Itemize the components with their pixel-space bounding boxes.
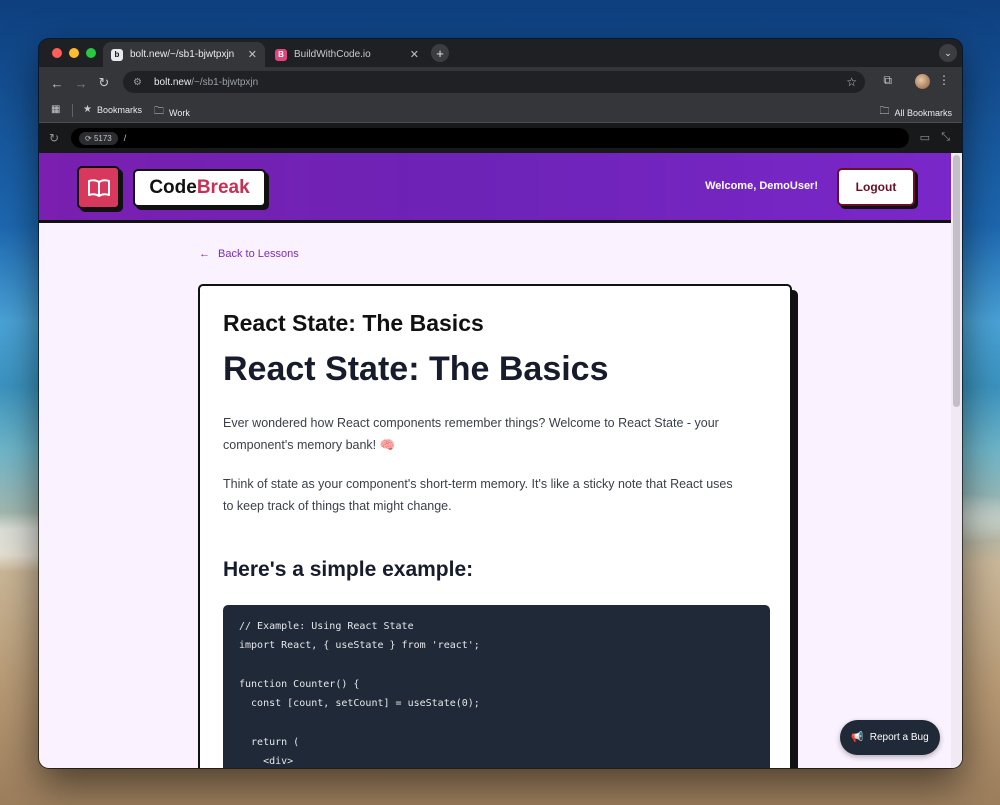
lesson-card: React State: The Basics React State: The… <box>198 284 792 768</box>
report-bug-button[interactable]: 📢 Report a Bug <box>840 720 940 755</box>
close-window-button[interactable] <box>52 48 62 58</box>
brand-code-text: Code <box>149 177 197 198</box>
welcome-message: Welcome, DemoUser! <box>705 180 818 192</box>
preview-reload-icon[interactable]: ↻ <box>49 131 59 145</box>
app-header: Code Break Welcome, DemoUser! Logout <box>39 153 951 223</box>
back-to-lessons-link[interactable]: ← Back to Lessons <box>199 248 299 260</box>
code-block: // Example: Using React State import Rea… <box>223 605 770 768</box>
browser-menu-icon[interactable]: ⋮ <box>938 73 950 87</box>
page-scrollbar[interactable] <box>951 153 962 768</box>
tab-strip: b bolt.new/~/sb1-bjwtpxjn ✕ B BuildWithC… <box>39 39 962 67</box>
bookmark-folder-bookmarks[interactable]: ★ Bookmarks <box>83 104 142 115</box>
star-icon: ★ <box>83 104 92 115</box>
folder-icon: 🗀 <box>154 106 164 117</box>
scrollbar-thumb[interactable] <box>953 155 960 407</box>
forward-arrow-icon[interactable]: → <box>73 75 89 91</box>
reload-icon[interactable]: ↻ <box>96 75 112 91</box>
url-host: bolt.new <box>153 76 192 88</box>
close-tab-icon[interactable]: ✕ <box>410 48 419 61</box>
tab-buildwithcode[interactable]: B BuildWithCode.io ✕ <box>267 42 427 67</box>
bookmark-folder-work[interactable]: 🗀 Work <box>154 104 190 121</box>
example-heading: Here's a simple example: <box>223 558 474 581</box>
tab-search-button[interactable]: ⌄ <box>939 44 957 62</box>
minimize-window-button[interactable] <box>69 48 79 58</box>
port-badge: ⟳ 5173 <box>79 131 118 145</box>
tab-title: bolt.new/~/sb1-bjwtpxjn <box>130 49 235 60</box>
bookmark-label: Work <box>169 107 190 118</box>
extensions-icon[interactable]: ⧉ <box>883 73 892 88</box>
preview-url-field[interactable]: ⟳ 5173 / <box>71 128 909 148</box>
brand-break-text: Break <box>196 177 250 198</box>
all-bookmarks[interactable]: 🗀 All Bookmarks <box>879 104 952 121</box>
back-arrow-icon[interactable]: ← <box>49 75 65 91</box>
arrow-left-icon: ← <box>199 248 210 260</box>
bolt-favicon-icon: b <box>111 48 123 61</box>
port-number: 5173 <box>93 133 112 143</box>
browser-toolbar: ← → ↻ ⚙ bolt.new/~/sb1-bjwtpxjn ☆ ⧉ ⋮ <box>39 67 962 98</box>
megaphone-icon: 📢 <box>851 732 864 743</box>
lesson-paragraph: Ever wondered how React components remem… <box>223 416 719 452</box>
profile-avatar[interactable] <box>915 74 930 89</box>
tab-title: BuildWithCode.io <box>294 49 371 60</box>
page-viewport: Code Break Welcome, DemoUser! Logout ← Ba… <box>39 153 962 768</box>
all-bookmarks-label: All Bookmarks <box>894 107 952 118</box>
address-bar[interactable]: ⚙ bolt.new/~/sb1-bjwtpxjn ☆ <box>123 71 865 93</box>
lesson-paragraph: Think of state as your component's short… <box>223 477 733 513</box>
back-label: Back to Lessons <box>218 248 299 260</box>
lesson-title: React State: The Basics <box>223 310 484 336</box>
divider <box>72 104 73 117</box>
apps-grid-icon[interactable]: ▦ <box>51 104 60 115</box>
bookmark-label: Bookmarks <box>96 104 142 115</box>
device-toggle-icon[interactable]: ▭ <box>920 131 930 144</box>
maximize-window-button[interactable] <box>86 48 96 58</box>
bookmarks-bar: ▦ ★ Bookmarks 🗀 Work 🗀 All Bookmarks <box>39 98 962 123</box>
close-tab-icon[interactable]: ✕ <box>248 48 257 61</box>
logout-button[interactable]: Logout <box>837 168 915 206</box>
window-controls <box>52 48 96 58</box>
new-tab-button[interactable]: + <box>431 44 449 62</box>
brand-logo[interactable]: Code Break <box>133 169 266 207</box>
bookmark-star-icon[interactable]: ☆ <box>846 75 857 89</box>
url-path: /~/sb1-bjwtpxjn <box>191 76 259 88</box>
book-logo-icon[interactable] <box>77 166 120 209</box>
folder-icon: 🗀 <box>879 106 890 117</box>
lesson-heading: React State: The Basics <box>223 350 609 388</box>
site-info-icon[interactable]: ⚙ <box>133 77 142 88</box>
preview-path: / <box>123 133 127 143</box>
browser-window: b bolt.new/~/sb1-bjwtpxjn ✕ B BuildWithC… <box>39 39 962 768</box>
buildwithcode-favicon-icon: B <box>275 48 287 61</box>
fullscreen-icon[interactable]: ⤡ <box>941 131 950 144</box>
tab-bolt[interactable]: b bolt.new/~/sb1-bjwtpxjn ✕ <box>103 42 265 67</box>
preview-bar: ↻ ⟳ 5173 / ▭ ⤡ <box>39 123 962 153</box>
report-bug-label: Report a Bug <box>869 732 929 743</box>
